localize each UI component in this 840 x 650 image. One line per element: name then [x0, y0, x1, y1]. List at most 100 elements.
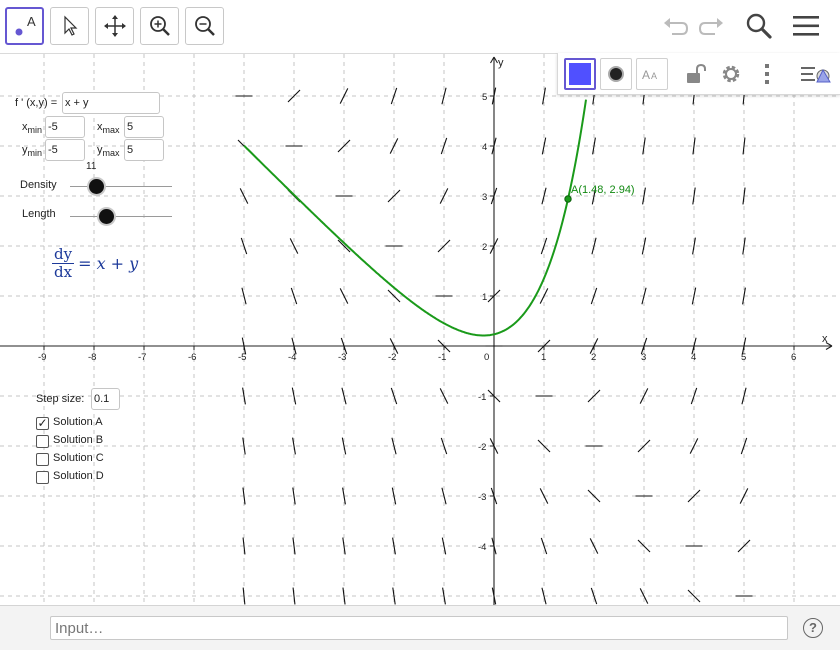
x-tick-label: -8 [88, 352, 96, 363]
ymax-label: ymax [97, 144, 120, 158]
toolbar: A [0, 0, 840, 54]
help-button[interactable]: ? [803, 618, 823, 638]
settings-button[interactable] [715, 58, 747, 90]
more-vertical-icon [765, 64, 769, 84]
y-axis-label: y [498, 57, 504, 69]
formula-rhs: = x + y [78, 254, 139, 273]
ode-formula: dy dx = x + y [52, 246, 138, 281]
text-size-icon: A A [642, 68, 657, 82]
formula-denominator: dx [54, 263, 73, 281]
point-style-icon [608, 66, 624, 82]
svg-text:A: A [651, 71, 657, 81]
solution-checkbox[interactable] [36, 453, 49, 466]
main-menu-button[interactable] [789, 10, 823, 42]
slope-segment [691, 287, 697, 305]
xmin-input[interactable] [45, 116, 85, 138]
y-tick-label: -1 [478, 392, 486, 403]
y-tick-label: 2 [482, 242, 487, 253]
tool-letter: A [27, 14, 36, 29]
ymax-input[interactable] [124, 139, 164, 161]
color-swatch-icon [569, 63, 591, 85]
color-button[interactable] [564, 58, 596, 90]
length-label: Length [22, 208, 56, 220]
x-tick-label: 1 [541, 352, 546, 363]
y-tick-label: -4 [478, 542, 486, 553]
xmax-label: xmax [97, 121, 120, 135]
fprime-input[interactable] [62, 92, 160, 114]
slope-segment [290, 287, 298, 305]
length-slider-track[interactable] [70, 216, 172, 217]
algebra-input[interactable] [50, 616, 788, 640]
y-tick-label: -3 [478, 492, 486, 503]
x-tick-label: 2 [591, 352, 596, 363]
unlock-icon [687, 63, 706, 83]
density-slider-handle[interactable] [89, 179, 104, 194]
svg-text:A: A [642, 68, 650, 82]
y-tick-label: -2 [478, 442, 486, 453]
search-button[interactable] [742, 10, 776, 42]
x-axis-label: x [822, 333, 828, 345]
solution-label: Solution D [53, 470, 104, 482]
ymin-input[interactable] [45, 139, 85, 161]
fix-object-button[interactable] [680, 58, 712, 90]
hamburger-menu-icon [793, 16, 819, 36]
x-tick-label: 0 [484, 352, 489, 363]
formula-numerator: dy [52, 245, 75, 264]
x-tick-label: -1 [438, 352, 446, 363]
input-bar: ? [0, 605, 840, 650]
step-size-input[interactable] [91, 388, 120, 410]
style-bar-toggle-icon [801, 67, 831, 83]
x-tick-label: -7 [138, 352, 146, 363]
y-tick-label: 1 [482, 292, 487, 303]
redo-button[interactable] [695, 10, 729, 42]
length-slider-handle[interactable] [99, 209, 114, 224]
step-size-label: Step size: [36, 393, 85, 405]
slope-segment [292, 487, 296, 505]
arrow-cursor-icon [63, 15, 77, 36]
x-tick-label: -9 [38, 352, 46, 363]
pan-tool-button[interactable] [95, 7, 134, 45]
y-tick-label: 5 [482, 92, 487, 103]
solution-label: Solution A [53, 416, 103, 428]
y-tick-label: 4 [482, 142, 487, 153]
ymin-label: ymin [22, 144, 43, 158]
move-arrows-icon [103, 15, 126, 37]
style-bar: A A [557, 53, 840, 95]
select-tool-button[interactable] [50, 7, 89, 45]
more-options-button[interactable] [751, 58, 783, 90]
solution-checkbox[interactable] [36, 471, 49, 484]
label-style-button[interactable]: A A [636, 58, 668, 90]
zoom-in-icon [149, 16, 170, 36]
density-value: 11 [86, 161, 97, 172]
x-tick-label: -4 [288, 352, 296, 363]
search-icon [746, 13, 772, 39]
x-tick-label: 6 [791, 352, 796, 363]
density-slider-track[interactable] [70, 186, 172, 187]
y-tick-label: 3 [482, 192, 487, 203]
zoom-out-icon [194, 16, 215, 36]
zoom-out-button[interactable] [185, 7, 224, 45]
move-graphics-tool-button[interactable]: A [5, 7, 44, 45]
x-tick-label: 5 [741, 352, 746, 363]
x-tick-label: -6 [188, 352, 196, 363]
density-label: Density [20, 179, 57, 191]
style-bar-toggle-button[interactable] [796, 58, 836, 90]
point-a-label: A(1.48, 2.94) [571, 184, 635, 196]
undo-icon [664, 18, 689, 35]
xmax-input[interactable] [124, 116, 164, 138]
point-a[interactable] [564, 195, 572, 203]
xmin-label: xmin [22, 121, 43, 135]
undo-button[interactable] [658, 10, 692, 42]
fprime-label: f ' (x,y) = [15, 97, 58, 109]
zoom-in-button[interactable] [140, 7, 179, 45]
point-style-button[interactable] [600, 58, 632, 90]
solution-checkbox[interactable] [36, 435, 49, 448]
redo-icon [698, 18, 723, 35]
solution-label: Solution C [53, 452, 104, 464]
x-tick-label: -3 [338, 352, 346, 363]
solution-label: Solution B [53, 434, 104, 446]
x-tick-label: -2 [388, 352, 396, 363]
gear-icon [722, 65, 740, 83]
point-tool-icon: A [15, 14, 36, 36]
solution-checkbox[interactable]: ✓ [36, 417, 49, 430]
